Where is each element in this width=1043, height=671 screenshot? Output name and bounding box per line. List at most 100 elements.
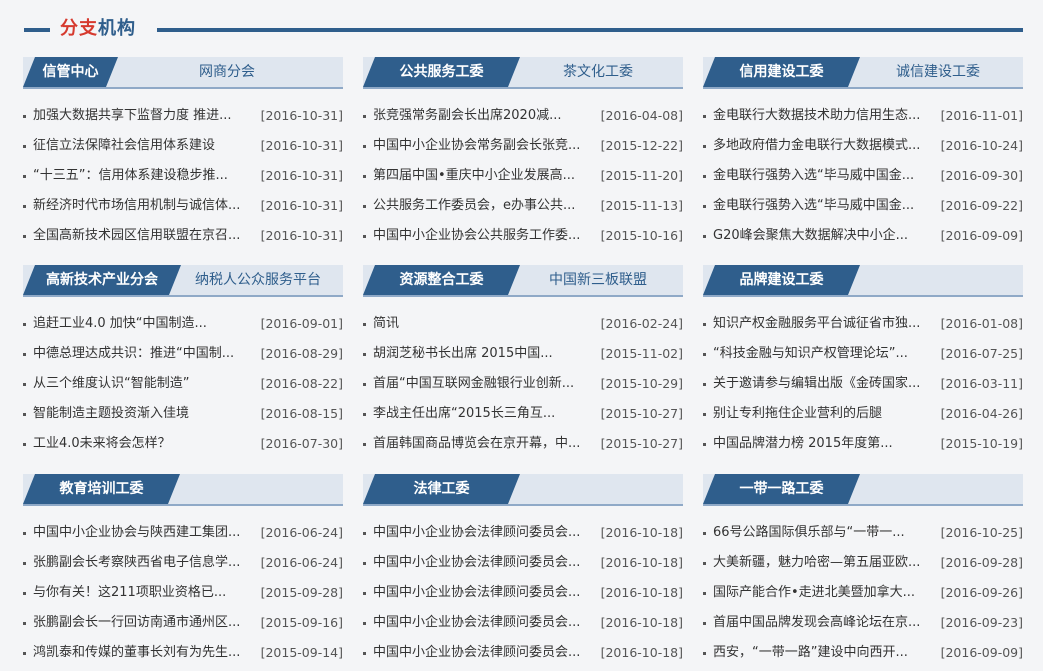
- news-title[interactable]: 张鹏副会长一行回访南通市通州区...: [33, 608, 265, 638]
- list-item[interactable]: 中国中小企业协会与陕西建工集团... [2016-06-24]: [23, 518, 343, 548]
- news-title[interactable]: 张竞强常务副会长出席2020减...: [373, 101, 605, 131]
- news-title[interactable]: 简讯: [373, 309, 605, 339]
- news-title[interactable]: 知识产权金融服务平台诚征省市独...: [713, 309, 945, 339]
- tab-education-training-committee[interactable]: 教育培训工委: [23, 474, 180, 504]
- news-title[interactable]: “十三五”：信用体系建设稳步推...: [33, 161, 265, 191]
- list-item[interactable]: 新经济时代市场信用机制与诚信体... [2016-10-31]: [23, 191, 343, 221]
- news-title[interactable]: 金电联行强势入选“毕马威中国金...: [713, 191, 945, 221]
- list-item[interactable]: 中德总理达成共识：推进“中国制... [2016-08-29]: [23, 339, 343, 369]
- news-title[interactable]: 胡润芝秘书长出席 2015中国...: [373, 339, 605, 369]
- list-item[interactable]: 知识产权金融服务平台诚征省市独... [2016-01-08]: [703, 309, 1023, 339]
- news-title[interactable]: 中德总理达成共识：推进“中国制...: [33, 339, 265, 369]
- news-title[interactable]: 全国高新技术园区信用联盟在京召...: [33, 221, 265, 251]
- tab-taxpayer-service-platform[interactable]: 纳税人公众服务平台: [173, 265, 343, 295]
- list-item[interactable]: 首届韩国商品博览会在京开幕，中... [2015-10-27]: [363, 429, 683, 459]
- list-item[interactable]: 追赶工业4.0 加快“中国制造... [2016-09-01]: [23, 309, 343, 339]
- news-title[interactable]: 中国中小企业协会法律顾问委员会...: [373, 548, 605, 578]
- list-item[interactable]: 征信立法保障社会信用体系建设 [2016-10-31]: [23, 131, 343, 161]
- tab-belt-and-road-committee[interactable]: 一带一路工委: [703, 474, 860, 504]
- news-title[interactable]: 关于邀请参与编辑出版《金砖国家...: [713, 369, 945, 399]
- news-title[interactable]: 从三个维度认识“智能制造”: [33, 369, 265, 399]
- news-title[interactable]: 金电联行强势入选“毕马威中国金...: [713, 161, 945, 191]
- tab-high-tech-industry-branch[interactable]: 高新技术产业分会: [23, 265, 181, 295]
- news-title[interactable]: 中国中小企业协会法律顾问委员会...: [373, 608, 605, 638]
- news-title[interactable]: 中国中小企业协会与陕西建工集团...: [33, 518, 265, 548]
- news-title[interactable]: 中国品牌潜力榜 2015年度第...: [713, 429, 945, 459]
- news-title[interactable]: 首届韩国商品博览会在京开幕，中...: [373, 429, 605, 459]
- list-item[interactable]: 从三个维度认识“智能制造” [2016-08-22]: [23, 369, 343, 399]
- list-item[interactable]: 金电联行强势入选“毕马威中国金... [2016-09-22]: [703, 191, 1023, 221]
- news-title[interactable]: 国际产能合作•走进北美暨加拿大...: [713, 578, 945, 608]
- list-item[interactable]: 大美新疆，魅力哈密—第五届亚欧... [2016-09-28]: [703, 548, 1023, 578]
- news-title[interactable]: 中国中小企业协会法律顾问委员会...: [373, 578, 605, 608]
- list-item[interactable]: 首届中国品牌发现会高峰论坛在京... [2016-09-23]: [703, 608, 1023, 638]
- list-item[interactable]: 关于邀请参与编辑出版《金砖国家... [2016-03-11]: [703, 369, 1023, 399]
- list-item[interactable]: 公共服务工作委员会，e办事公共... [2015-11-13]: [363, 191, 683, 221]
- list-item[interactable]: 首届“中国互联网金融银行业创新... [2015-10-29]: [363, 369, 683, 399]
- news-title[interactable]: 中国中小企业协会公共服务工作委...: [373, 221, 605, 251]
- news-title[interactable]: 中国中小企业协会法律顾问委员会...: [373, 638, 605, 668]
- list-item[interactable]: 66号公路国际俱乐部与“一带一... [2016-10-25]: [703, 518, 1023, 548]
- news-title[interactable]: 新经济时代市场信用机制与诚信体...: [33, 191, 265, 221]
- list-item[interactable]: 全国高新技术园区信用联盟在京召... [2016-10-31]: [23, 221, 343, 251]
- list-item[interactable]: 胡润芝秘书长出席 2015中国... [2015-11-02]: [363, 339, 683, 369]
- news-title[interactable]: 多地政府借力金电联行大数据模式...: [713, 131, 945, 161]
- list-item[interactable]: 智能制造主题投资渐入佳境 [2016-08-15]: [23, 399, 343, 429]
- news-title[interactable]: 与你有关！这211项职业资格已...: [33, 578, 265, 608]
- news-title[interactable]: 鸿凯泰和传媒的董事长刘有为先生...: [33, 638, 265, 668]
- list-item[interactable]: 金电联行强势入选“毕马威中国金... [2016-09-30]: [703, 161, 1023, 191]
- list-item[interactable]: “科技金融与知识产权管理论坛”... [2016-07-25]: [703, 339, 1023, 369]
- news-title[interactable]: 工业4.0未来将会怎样？: [33, 429, 265, 459]
- list-item[interactable]: G20峰会聚焦大数据解决中小企... [2016-09-09]: [703, 221, 1023, 251]
- news-title[interactable]: 首届“中国互联网金融银行业创新...: [373, 369, 605, 399]
- tab-credit-construction-committee[interactable]: 信用建设工委: [703, 57, 860, 87]
- news-title[interactable]: 智能制造主题投资渐入佳境: [33, 399, 265, 429]
- list-item[interactable]: 工业4.0未来将会怎样？ [2016-07-30]: [23, 429, 343, 459]
- news-title[interactable]: 李战主任出席“2015长三角互...: [373, 399, 605, 429]
- list-item[interactable]: 中国中小企业协会法律顾问委员会... [2016-10-18]: [363, 578, 683, 608]
- list-item[interactable]: 别让专利拖住企业营利的后腿 [2016-04-26]: [703, 399, 1023, 429]
- news-title[interactable]: 首届中国品牌发现会高峰论坛在京...: [713, 608, 945, 638]
- news-title[interactable]: 金电联行大数据技术助力信用生态...: [713, 101, 945, 131]
- news-title[interactable]: 大美新疆，魅力哈密—第五届亚欧...: [713, 548, 945, 578]
- tab-tea-culture-committee[interactable]: 茶文化工委: [513, 57, 683, 87]
- list-item[interactable]: 中国中小企业协会法律顾问委员会... [2016-10-18]: [363, 548, 683, 578]
- list-item[interactable]: “十三五”：信用体系建设稳步推... [2016-10-31]: [23, 161, 343, 191]
- news-title[interactable]: 66号公路国际俱乐部与“一带一...: [713, 518, 945, 548]
- list-item[interactable]: 加强大数据共享下监督力度 推进... [2016-10-31]: [23, 101, 343, 131]
- list-item[interactable]: 中国中小企业协会法律顾问委员会... [2016-10-18]: [363, 638, 683, 668]
- news-title[interactable]: 中国中小企业协会法律顾问委员会...: [373, 518, 605, 548]
- list-item[interactable]: 多地政府借力金电联行大数据模式... [2016-10-24]: [703, 131, 1023, 161]
- list-item[interactable]: 中国品牌潜力榜 2015年度第... [2015-10-19]: [703, 429, 1023, 459]
- tab-new-third-board-alliance[interactable]: 中国新三板联盟: [513, 265, 683, 295]
- news-title[interactable]: “科技金融与知识产权管理论坛”...: [713, 339, 945, 369]
- news-title[interactable]: 别让专利拖住企业营利的后腿: [713, 399, 945, 429]
- list-item[interactable]: 与你有关！这211项职业资格已... [2015-09-28]: [23, 578, 343, 608]
- list-item[interactable]: 国际产能合作•走进北美暨加拿大... [2016-09-26]: [703, 578, 1023, 608]
- news-title[interactable]: 加强大数据共享下监督力度 推进...: [33, 101, 265, 131]
- tab-integrity-construction-committee[interactable]: 诚信建设工委: [853, 57, 1023, 87]
- tab-public-service-committee[interactable]: 公共服务工委: [363, 57, 520, 87]
- news-title[interactable]: 公共服务工作委员会，e办事公共...: [373, 191, 605, 221]
- news-title[interactable]: 追赶工业4.0 加快“中国制造...: [33, 309, 265, 339]
- news-title[interactable]: 征信立法保障社会信用体系建设: [33, 131, 265, 161]
- list-item[interactable]: 中国中小企业协会公共服务工作委... [2015-10-16]: [363, 221, 683, 251]
- list-item[interactable]: 张竞强常务副会长出席2020减... [2016-04-08]: [363, 101, 683, 131]
- list-item[interactable]: 中国中小企业协会法律顾问委员会... [2016-10-18]: [363, 518, 683, 548]
- tab-brand-construction-committee[interactable]: 品牌建设工委: [703, 265, 860, 295]
- list-item[interactable]: 张鹏副会长考察陕西省电子信息学... [2016-06-24]: [23, 548, 343, 578]
- list-item[interactable]: 张鹏副会长一行回访南通市通州区... [2015-09-16]: [23, 608, 343, 638]
- list-item[interactable]: 李战主任出席“2015长三角互... [2015-10-27]: [363, 399, 683, 429]
- list-item[interactable]: 金电联行大数据技术助力信用生态... [2016-11-01]: [703, 101, 1023, 131]
- list-item[interactable]: 简讯 [2016-02-24]: [363, 309, 683, 339]
- list-item[interactable]: 西安，“一带一路”建设中向西开... [2016-09-09]: [703, 638, 1023, 668]
- news-title[interactable]: 张鹏副会长考察陕西省电子信息学...: [33, 548, 265, 578]
- news-title[interactable]: 西安，“一带一路”建设中向西开...: [713, 638, 945, 668]
- news-title[interactable]: G20峰会聚焦大数据解决中小企...: [713, 221, 945, 251]
- tab-resource-integration-committee[interactable]: 资源整合工委: [363, 265, 520, 295]
- tab-legal-committee[interactable]: 法律工委: [363, 474, 520, 504]
- list-item[interactable]: 第四届中国•重庆中小企业发展高... [2015-11-20]: [363, 161, 683, 191]
- tab-online-merchant-branch[interactable]: 网商分会: [111, 57, 343, 87]
- list-item[interactable]: 中国中小企业协会常务副会长张竞... [2015-12-22]: [363, 131, 683, 161]
- tab-credit-center[interactable]: 信管中心: [23, 57, 118, 87]
